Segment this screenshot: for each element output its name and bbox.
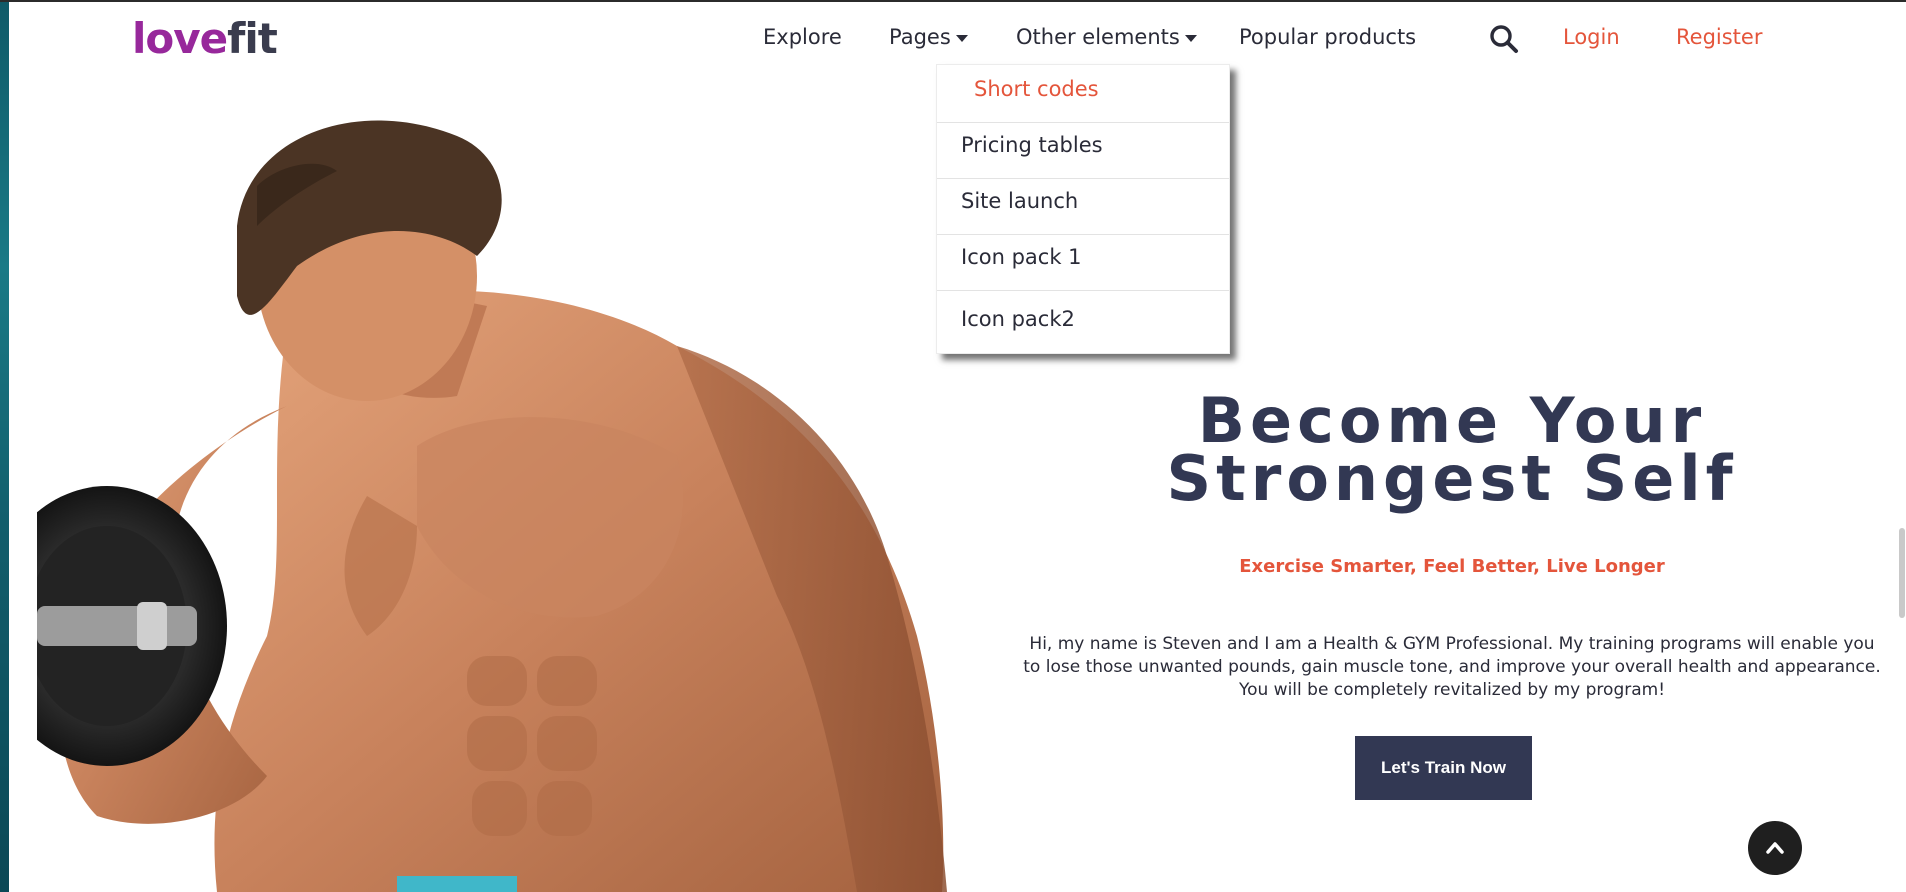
dropdown-item-short-codes[interactable]: Short codes — [937, 65, 1229, 123]
hero-title: Become Your Strongest Self — [1166, 384, 1738, 515]
other-elements-dropdown: Short codes Pricing tables Site launch I… — [936, 64, 1230, 354]
dropdown-item-label: Icon pack2 — [961, 307, 1075, 331]
nav-register-link[interactable]: Register — [1676, 22, 1762, 52]
page-scrollbar[interactable] — [1897, 0, 1906, 892]
hero-description: Hi, my name is Steven and I am a Health … — [1023, 634, 1881, 700]
scrollbar-thumb[interactable] — [1899, 528, 1905, 618]
nav-other-elements[interactable]: Other elements — [1016, 22, 1197, 52]
nav-explore[interactable]: Explore — [763, 22, 842, 52]
chevron-up-icon — [1766, 842, 1784, 854]
dropdown-item-label: Icon pack 1 — [961, 245, 1082, 269]
hero-athlete-image — [37, 120, 947, 892]
lets-train-now-button[interactable]: Let's Train Now — [1355, 736, 1532, 800]
dropdown-item-label: Site launch — [961, 189, 1079, 213]
back-to-top-button[interactable] — [1748, 821, 1802, 875]
desktop-background — [0, 0, 9, 892]
dropdown-item-icon-pack2[interactable]: Icon pack2 — [937, 291, 1229, 355]
nav-other-elements-label: Other elements — [1016, 25, 1180, 49]
site-logo[interactable]: lovefit — [132, 14, 278, 64]
nav-login-link[interactable]: Login — [1563, 22, 1620, 52]
dropdown-item-pricing-tables[interactable]: Pricing tables — [937, 123, 1229, 179]
caret-down-icon — [955, 34, 968, 42]
caret-down-icon — [1184, 34, 1197, 42]
dropdown-item-label: Pricing tables — [961, 133, 1103, 157]
logo-part-love: love — [132, 14, 228, 63]
dropdown-item-site-launch[interactable]: Site launch — [937, 179, 1229, 235]
hero-subtitle: Exercise Smarter, Feel Better, Live Long… — [1239, 556, 1665, 577]
dropdown-item-icon-pack-1[interactable]: Icon pack 1 — [937, 235, 1229, 291]
search-icon[interactable] — [1489, 24, 1519, 54]
window-top-border — [0, 0, 1906, 2]
landing-page: lovefit Explore Pages Other elements Pop… — [9, 0, 1906, 892]
nav-popular-products[interactable]: Popular products — [1239, 22, 1416, 52]
dropdown-item-label: Short codes — [974, 77, 1099, 101]
nav-pages-label: Pages — [889, 25, 951, 49]
nav-pages[interactable]: Pages — [889, 22, 968, 52]
logo-part-fit: fit — [227, 14, 278, 63]
